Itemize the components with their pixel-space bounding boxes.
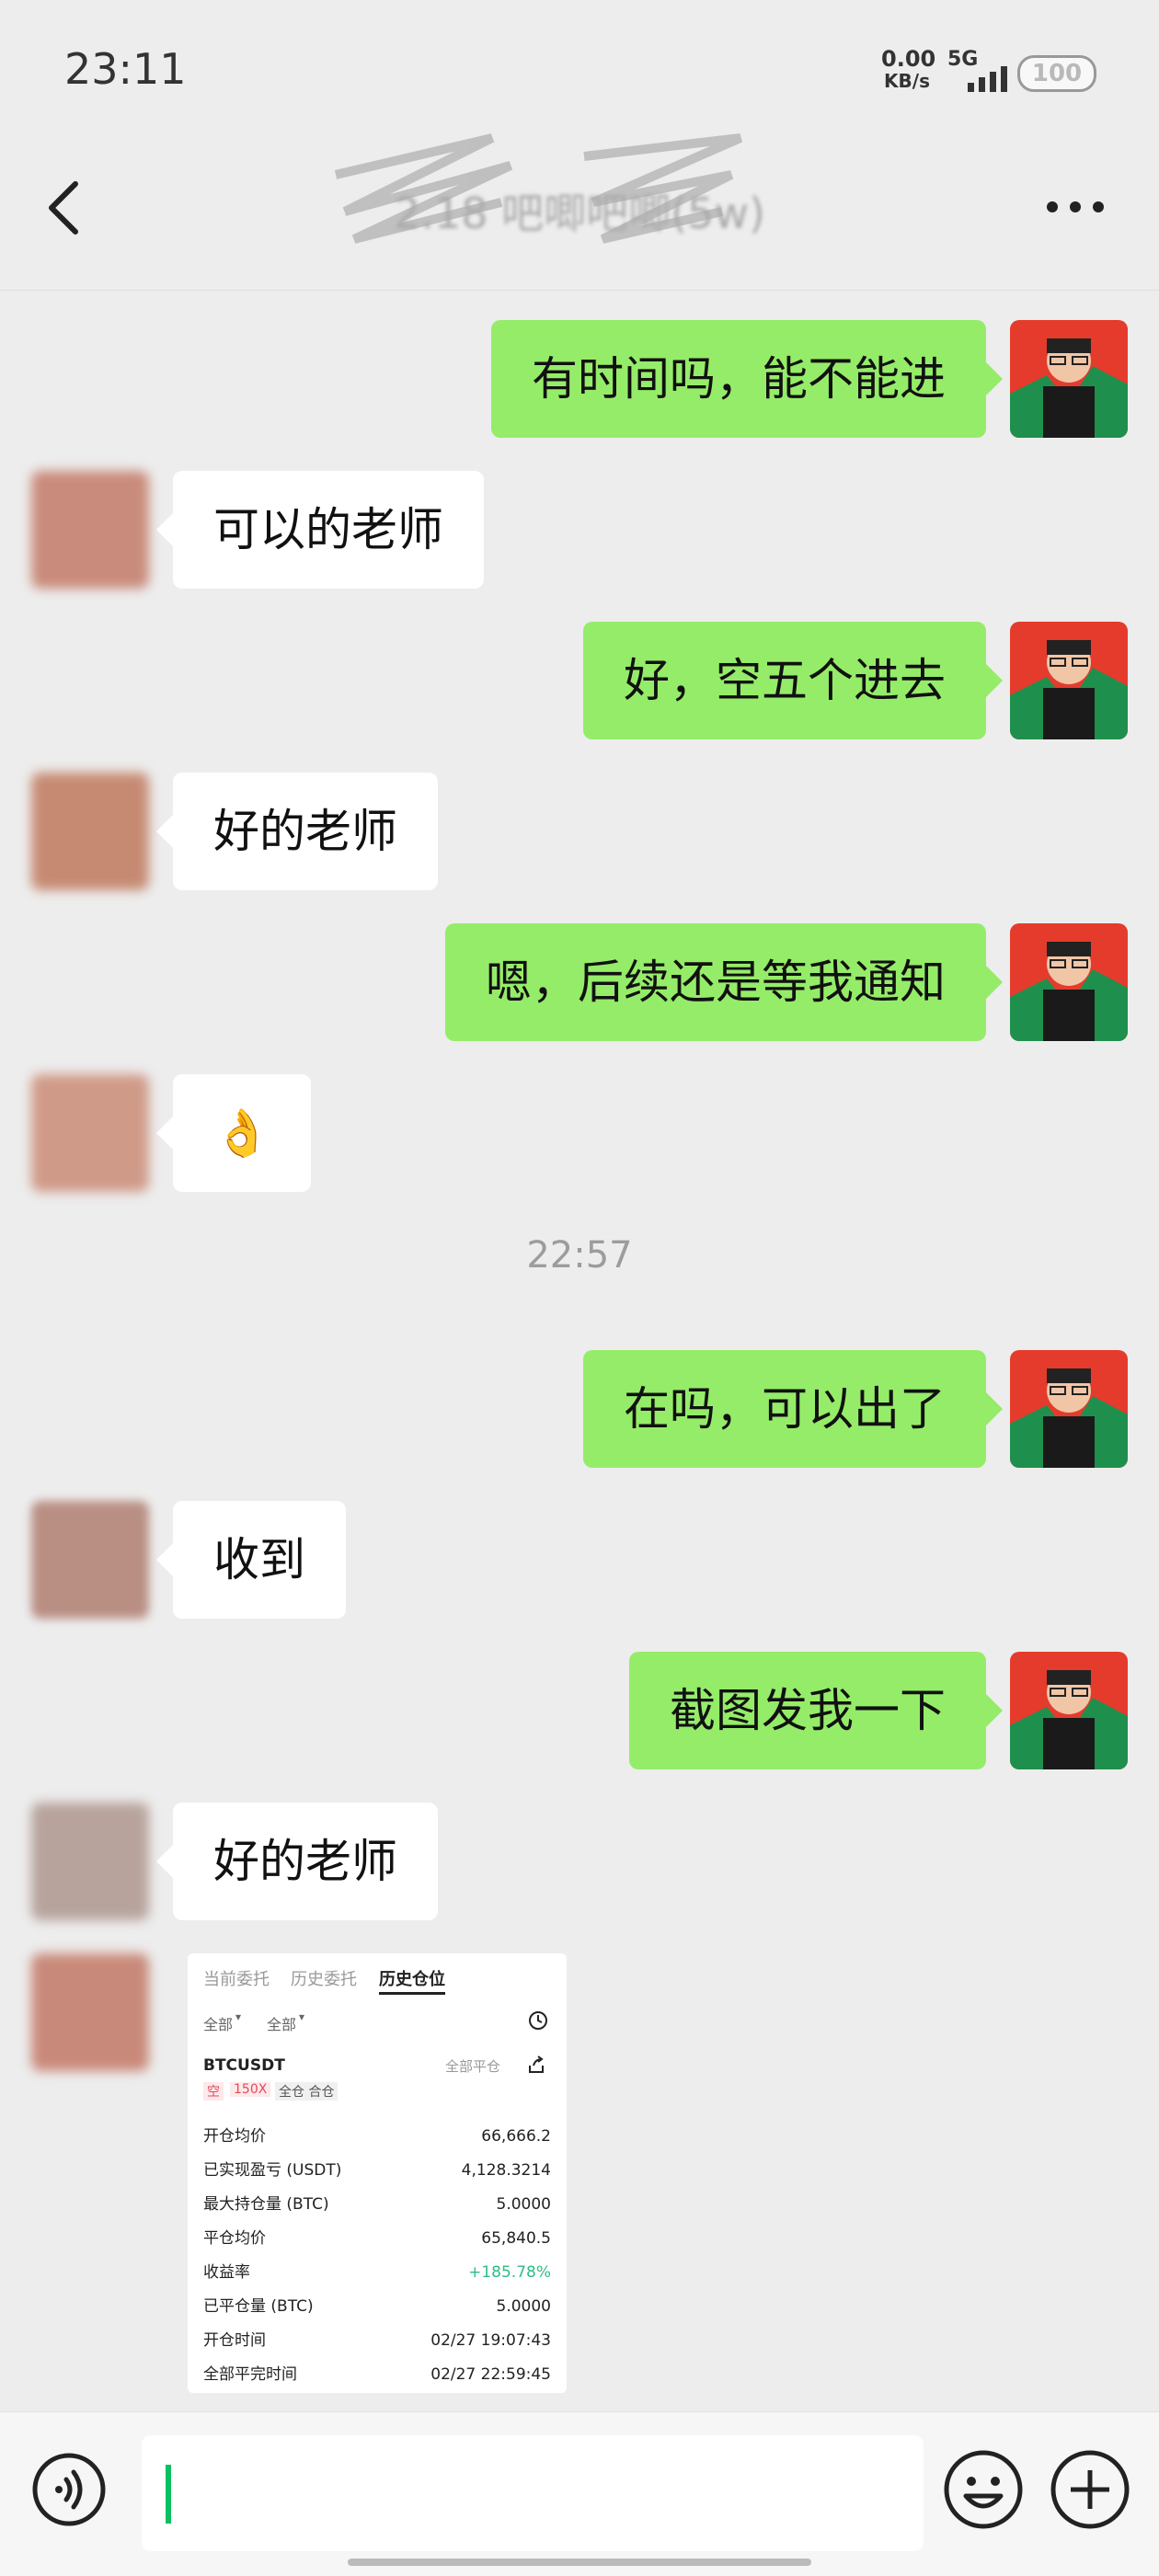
- image-message-trade-screenshot[interactable]: 当前委托 历史委托 历史仓位 全部 ▾ 全部 ▾ BTCUSDT 全部平仓 空 …: [188, 1953, 567, 2393]
- detail-row: 收益率 +185.78%: [203, 2259, 551, 2286]
- tab-order-history: 历史委托: [291, 1970, 357, 1989]
- row-value-positive: +185.78%: [468, 2263, 551, 2282]
- row-value: 5.0000: [496, 2297, 551, 2316]
- row-value: 4,128.3214: [461, 2161, 551, 2180]
- tab-current-orders: 当前委托: [203, 1970, 270, 1989]
- network-speed-value: 0.00: [881, 46, 936, 72]
- my-avatar[interactable]: [1010, 320, 1128, 438]
- contact-avatar[interactable]: [31, 1501, 149, 1619]
- message-timestamp: 22:57: [526, 1234, 633, 1277]
- more-button[interactable]: [1045, 193, 1106, 221]
- tab-position-history: 历史仓位: [379, 1970, 445, 1989]
- contact-avatar[interactable]: [31, 1953, 149, 2071]
- message-bubble-emoji[interactable]: 👌: [155, 1074, 312, 1192]
- my-avatar[interactable]: [1010, 1652, 1128, 1769]
- caret-down-icon: ▾: [235, 2010, 242, 2023]
- detail-row: 平仓均价 65,840.5: [203, 2225, 551, 2252]
- my-avatar[interactable]: [1010, 622, 1128, 739]
- row-value: 02/27 19:07:43: [430, 2331, 551, 2350]
- message-bubble-sent[interactable]: 截图发我一下: [629, 1652, 1003, 1769]
- caret-down-icon: ▾: [299, 2010, 305, 2023]
- network-speed: 0.00 KB/s: [881, 46, 936, 92]
- message-bubble-sent[interactable]: 在吗，可以出了: [583, 1350, 1003, 1468]
- detail-row: 最大持仓量 (BTC) 5.0000: [203, 2191, 551, 2218]
- avatar-image: [1010, 622, 1128, 739]
- chat-title: 2.18 吧唧吧唧(5w): [394, 189, 765, 238]
- detail-row: 开仓均价 66,666.2: [203, 2123, 551, 2150]
- contact-avatar[interactable]: [31, 1074, 149, 1192]
- avatar-image: [1010, 923, 1128, 1041]
- side-tag: 空: [203, 2082, 224, 2101]
- message-bubble-sent[interactable]: 好，空五个进去: [583, 622, 1003, 739]
- back-button[interactable]: [42, 180, 88, 235]
- row-value: 65,840.5: [481, 2229, 551, 2248]
- my-avatar[interactable]: [1010, 923, 1128, 1041]
- contact-avatar[interactable]: [31, 471, 149, 589]
- detail-row: 已实现盈亏 (USDT) 4,128.3214: [203, 2157, 551, 2184]
- avatar-image: [1010, 1350, 1128, 1468]
- filter-all: 全部: [267, 2016, 297, 2033]
- battery-icon: 100: [1017, 55, 1096, 92]
- message-bubble-sent[interactable]: 有时间吗，能不能进: [491, 320, 1003, 438]
- row-label: 已平仓量 (BTC): [203, 2297, 314, 2316]
- message-bubble-received[interactable]: 可以的老师: [156, 471, 484, 589]
- detail-row: 已平仓量 (BTC) 5.0000: [203, 2293, 551, 2320]
- network-speed-unit: KB/s: [884, 70, 930, 92]
- my-avatar[interactable]: [1010, 1350, 1128, 1468]
- detail-row: 开仓时间 02/27 19:07:43: [203, 2327, 551, 2354]
- margin-mode-tag: 全仓 合仓: [275, 2082, 339, 2101]
- contact-avatar[interactable]: [31, 773, 149, 890]
- row-label: 全部平完时间: [203, 2365, 297, 2384]
- message-bubble-received[interactable]: 好的老师: [156, 773, 438, 890]
- status-time: 23:11: [64, 44, 187, 94]
- clock-icon: [529, 2011, 547, 2030]
- row-label: 收益率: [203, 2263, 250, 2282]
- row-label: 最大持仓量 (BTC): [203, 2195, 329, 2214]
- message-input[interactable]: [142, 2435, 924, 2551]
- row-value: 66,666.2: [481, 2127, 551, 2146]
- row-value: 02/27 22:59:45: [430, 2365, 551, 2384]
- message-bubble-sent[interactable]: 嗯，后续还是等我通知: [445, 923, 1003, 1041]
- add-button[interactable]: [1049, 2448, 1131, 2531]
- message-bubble-received[interactable]: 好的老师: [156, 1803, 438, 1920]
- row-label: 已实现盈亏 (USDT): [203, 2161, 342, 2180]
- emoji-button[interactable]: [942, 2448, 1025, 2531]
- signal-icon: [968, 66, 1007, 92]
- symbol: BTCUSDT: [203, 2056, 285, 2075]
- detail-row: 全部平完时间 02/27 22:59:45: [203, 2361, 551, 2388]
- voice-button[interactable]: [31, 2452, 107, 2527]
- row-label: 开仓时间: [203, 2331, 266, 2350]
- text-cursor: [166, 2465, 171, 2524]
- tab-underline: [379, 1992, 445, 1995]
- close-all-label: 全部平仓: [445, 2058, 501, 2075]
- filter-all: 全部: [203, 2016, 234, 2033]
- message-bubble-received[interactable]: 收到: [156, 1501, 346, 1619]
- contact-avatar[interactable]: [31, 1803, 149, 1920]
- avatar-image: [1010, 320, 1128, 438]
- home-indicator: [348, 2559, 811, 2566]
- row-label: 开仓均价: [203, 2127, 266, 2146]
- leverage-tag: 150X: [230, 2082, 271, 2097]
- row-value: 5.0000: [496, 2195, 551, 2214]
- row-label: 平仓均价: [203, 2229, 266, 2248]
- share-icon: [529, 2055, 544, 2073]
- header-divider: [0, 290, 1159, 291]
- avatar-image: [1010, 1652, 1128, 1769]
